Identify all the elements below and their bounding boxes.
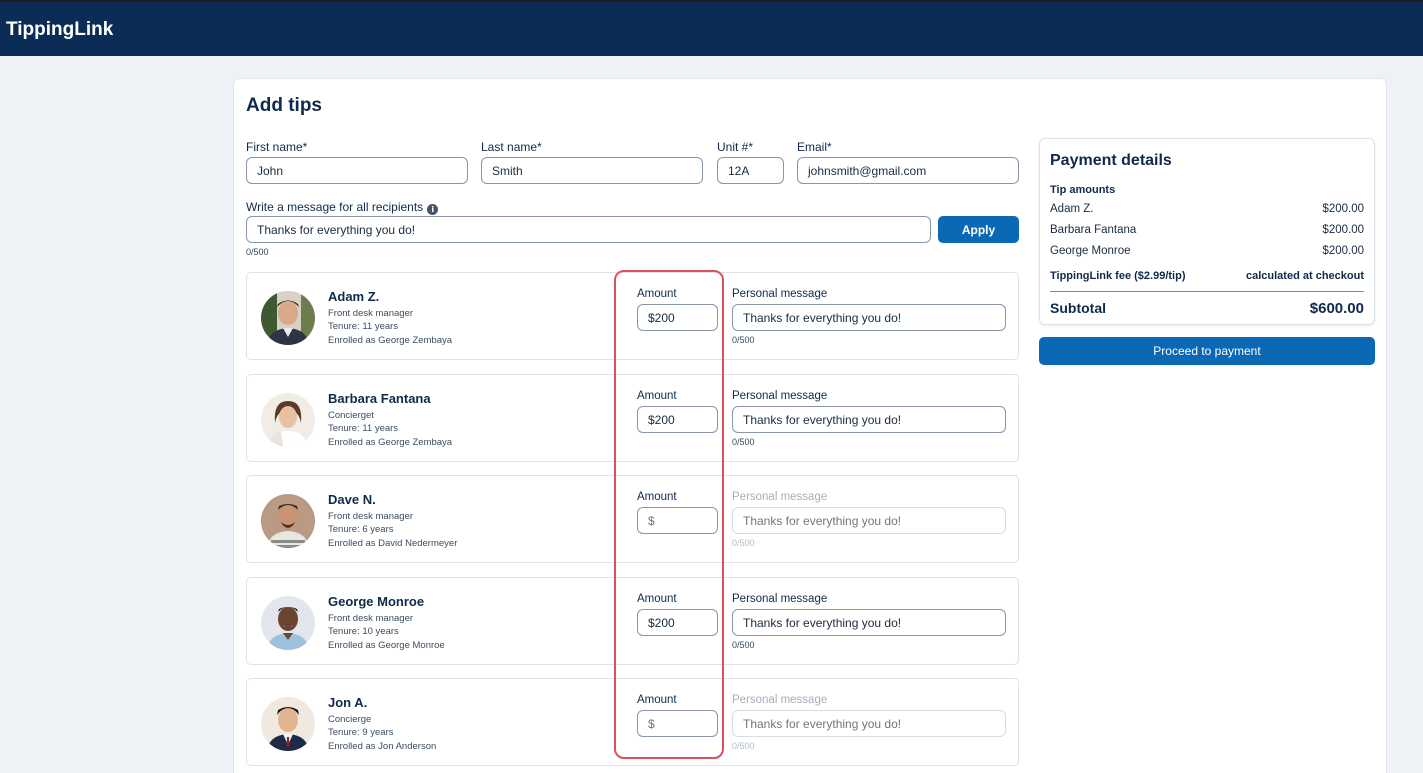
recipient-name: George Monroe: [328, 594, 425, 609]
recipient-tenure: Tenure: 10 years: [328, 626, 399, 637]
last-name-input[interactable]: [481, 157, 703, 184]
recipient-name: Barbara Fantana: [328, 391, 431, 406]
recipient-enrolled: Enrolled as Jon Anderson: [328, 741, 437, 752]
apply-button[interactable]: Apply: [938, 216, 1019, 243]
avatar: [261, 393, 315, 447]
personal-message-label: Personal message: [732, 491, 828, 503]
recipient-role: Front desk manager: [328, 613, 414, 624]
recipient-enrolled: Enrolled as David Nedermeyer: [328, 538, 458, 549]
recipient-name: Dave N.: [328, 492, 376, 507]
personal-message-counter: 0/500: [732, 538, 755, 548]
tip-line-amount: $200.00: [1322, 245, 1364, 257]
unit-label: Unit #*: [717, 140, 754, 154]
recipient-enrolled: Enrolled as George Zembaya: [328, 437, 453, 448]
divider: [1050, 291, 1364, 292]
recipient-role: Front desk manager: [328, 308, 414, 319]
subtotal-value: $600.00: [1309, 300, 1364, 317]
avatar: [261, 596, 315, 650]
personal-message-input[interactable]: [732, 406, 1006, 433]
recipient-name: Jon A.: [328, 695, 368, 710]
personal-message-counter: 0/500: [732, 335, 755, 345]
personal-message-label: Personal message: [732, 288, 828, 300]
tip-line-name: Adam Z.: [1050, 203, 1094, 215]
tip-amounts-label: Tip amounts: [1050, 184, 1116, 196]
personal-message-label: Personal message: [732, 694, 828, 706]
recipient-enrolled: Enrolled as George Monroe: [328, 640, 445, 651]
add-tips-panel: Add tips First name* Last name* Unit #* …: [233, 78, 1387, 773]
first-name-label: First name*: [246, 140, 308, 154]
message-label: Write a message for all recipients i: [246, 200, 439, 215]
personal-message-label: Personal message: [732, 593, 828, 605]
tip-amount-line: George Monroe $200.00: [1050, 245, 1364, 257]
email-input[interactable]: [797, 157, 1019, 184]
avatar: [261, 291, 315, 345]
tip-line-amount: $200.00: [1322, 203, 1364, 215]
personal-message-counter: 0/500: [732, 640, 755, 650]
recipient-tenure: Tenure: 11 years: [328, 423, 399, 434]
personal-message-input[interactable]: [732, 710, 1006, 737]
last-name-label: Last name*: [481, 140, 542, 154]
recipient-role: Front desk manager: [328, 511, 414, 522]
tip-amount-line: Adam Z. $200.00: [1050, 203, 1364, 215]
all-recipients-message-input[interactable]: [246, 216, 931, 243]
message-label-text: Write a message for all recipients: [246, 200, 424, 214]
amount-column-highlight: [614, 270, 724, 759]
payment-details-title: Payment details: [1050, 152, 1172, 169]
recipient-role: Concierge: [328, 714, 372, 725]
subtotal-label: Subtotal: [1050, 300, 1106, 316]
email-label: Email*: [797, 140, 832, 154]
recipient-enrolled: Enrolled as George Zembaya: [328, 335, 453, 346]
first-name-input[interactable]: [246, 157, 468, 184]
recipient-tenure: Tenure: 9 years: [328, 727, 394, 738]
recipient-name: Adam Z.: [328, 289, 380, 304]
info-icon[interactable]: i: [427, 204, 439, 215]
personal-message-input[interactable]: [732, 609, 1006, 636]
tip-amount-line: Barbara Fantana $200.00: [1050, 224, 1364, 236]
recipient-role: Concierget: [328, 410, 374, 421]
personal-message-counter: 0/500: [732, 437, 755, 447]
personal-message-counter: 0/500: [732, 741, 755, 751]
fee-label: TippingLink fee ($2.99/tip): [1050, 270, 1186, 282]
unit-input[interactable]: [717, 157, 784, 184]
tip-line-name: Barbara Fantana: [1050, 224, 1137, 236]
avatar: [261, 494, 315, 548]
app-title: TippingLink: [6, 19, 114, 40]
top-bar: TippingLink: [0, 0, 1423, 56]
recipient-tenure: Tenure: 11 years: [328, 321, 399, 332]
personal-message-input[interactable]: [732, 507, 1006, 534]
avatar: [261, 697, 315, 751]
message-counter: 0/500: [246, 247, 269, 257]
tip-line-amount: $200.00: [1322, 224, 1364, 236]
recipient-tenure: Tenure: 6 years: [328, 524, 394, 535]
subtotal-line: Subtotal $600.00: [1050, 300, 1364, 317]
fee-value: calculated at checkout: [1246, 270, 1364, 282]
proceed-to-payment-button[interactable]: Proceed to payment: [1039, 337, 1375, 365]
personal-message-input[interactable]: [732, 304, 1006, 331]
personal-message-label: Personal message: [732, 390, 828, 402]
tip-line-name: George Monroe: [1050, 245, 1131, 257]
page-title: Add tips: [246, 95, 322, 116]
fee-line: TippingLink fee ($2.99/tip) calculated a…: [1050, 270, 1364, 282]
payment-details-panel: Payment details Tip amounts Adam Z. $200…: [1039, 138, 1375, 325]
